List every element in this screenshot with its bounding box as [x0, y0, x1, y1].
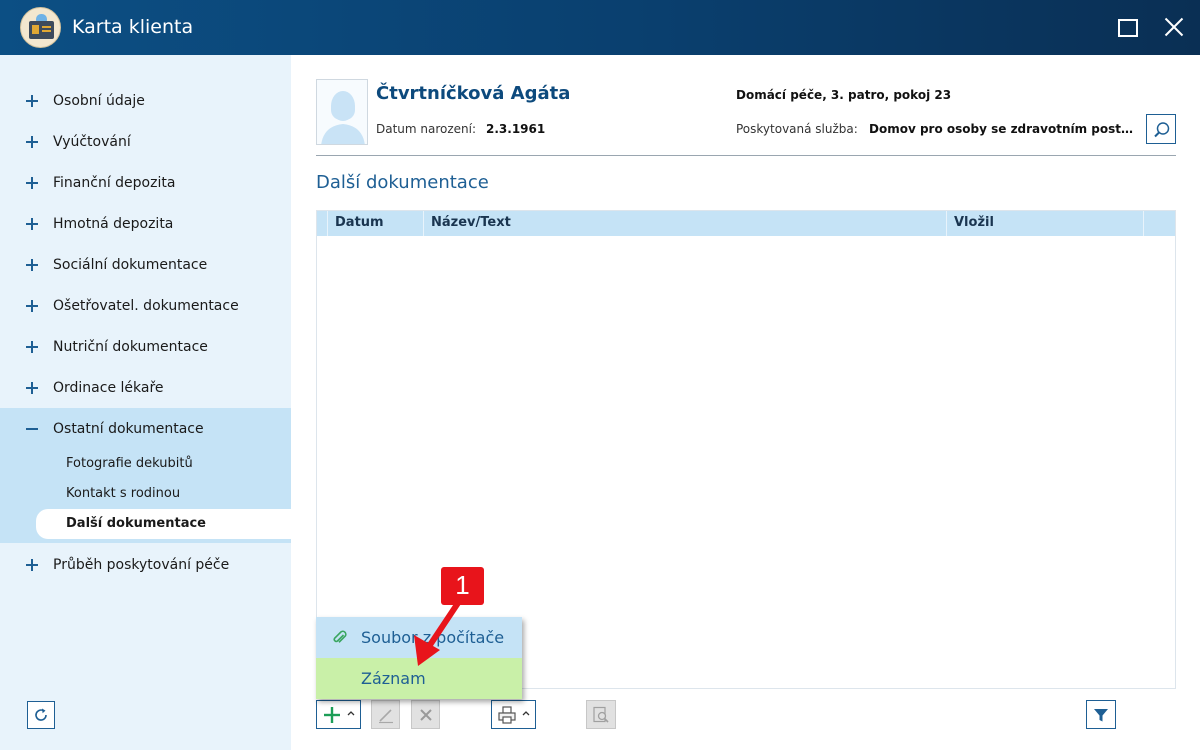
- service-label: Poskytovaná služba:: [736, 122, 858, 136]
- chevron-up-icon: [522, 711, 530, 716]
- menu-item-label: Soubor z počítače: [361, 628, 505, 647]
- search-button[interactable]: [1146, 114, 1176, 144]
- delete-icon: [420, 709, 432, 721]
- sidebar-item-osetrovatel-dokumentace[interactable]: Ošetřovatel. dokumentace: [0, 286, 291, 327]
- document-preview-icon: [593, 706, 609, 723]
- plus-icon: [26, 136, 38, 148]
- sidebar-item-financni-depozita[interactable]: Finanční depozita: [0, 163, 291, 204]
- window-title: Karta klienta: [72, 16, 194, 38]
- menu-item-file-from-computer[interactable]: Soubor z počítače: [316, 617, 522, 658]
- sidebar-subitem-dalsi-dokumentace[interactable]: Další dokumentace: [36, 509, 291, 539]
- chevron-up-icon: [347, 711, 355, 716]
- sidebar-item-nutricni-dokumentace[interactable]: Nutriční dokumentace: [0, 327, 291, 368]
- sidebar-item-vyuctovani[interactable]: Vyúčtování: [0, 122, 291, 163]
- annotation-badge: 1: [441, 567, 484, 605]
- sidebar: Osobní údaje Vyúčtování Finanční depozit…: [0, 55, 291, 750]
- filter-icon: [1094, 709, 1108, 722]
- refresh-button[interactable]: [27, 701, 55, 729]
- plus-icon: [26, 341, 38, 353]
- plus-icon: [26, 559, 38, 571]
- search-icon: [1154, 122, 1170, 138]
- sidebar-item-socialni-dokumentace[interactable]: Sociální dokumentace: [0, 245, 291, 286]
- sidebar-item-prubeh-poskytovani-pece[interactable]: Průběh poskytování péče: [0, 545, 291, 586]
- sidebar-item-label: Ordinace lékaře: [53, 380, 164, 396]
- filter-button[interactable]: [1086, 700, 1116, 729]
- sidebar-subitem-kontakt-s-rodinou[interactable]: Kontakt s rodinou: [36, 479, 291, 509]
- column-header-vlozil[interactable]: Vložil: [954, 215, 994, 230]
- delete-button[interactable]: [411, 700, 440, 729]
- client-name: Čtvrtníčková Agáta: [376, 83, 571, 104]
- service-value: Domov pro osoby se zdravotním postižením: [869, 122, 1137, 136]
- table-header: Datum Název/Text Vložil: [317, 211, 1175, 236]
- sidebar-item-label: Nutriční dokumentace: [53, 339, 208, 355]
- preview-button[interactable]: [586, 700, 616, 729]
- client-card-icon: [20, 7, 61, 48]
- menu-item-label: Záznam: [361, 669, 426, 688]
- menu-item-record[interactable]: Záznam: [316, 658, 522, 699]
- sidebar-item-label: Ostatní dokumentace: [53, 421, 204, 437]
- refresh-icon: [35, 708, 47, 721]
- plus-icon: [26, 218, 38, 230]
- plus-icon: [26, 177, 38, 189]
- section-title: Další dokumentace: [316, 172, 489, 193]
- column-header-datum[interactable]: Datum: [335, 215, 384, 230]
- plus-icon: [26, 259, 38, 271]
- paperclip-icon: [333, 630, 347, 643]
- close-button[interactable]: [1161, 14, 1187, 40]
- plus-icon: [26, 95, 38, 107]
- edit-button[interactable]: [371, 700, 400, 729]
- dob-label: Datum narození:: [376, 122, 477, 136]
- avatar: [316, 79, 368, 145]
- sidebar-item-label: Finanční depozita: [53, 175, 176, 191]
- sidebar-subitem-label: Kontakt s rodinou: [66, 486, 181, 501]
- minus-icon: [26, 423, 38, 435]
- maximize-button[interactable]: [1113, 14, 1139, 40]
- sidebar-subitem-label: Další dokumentace: [66, 516, 207, 531]
- annotation-number: 1: [455, 570, 470, 600]
- sidebar-subitem-fotografie-dekubitu[interactable]: Fotografie dekubitů: [36, 449, 291, 479]
- sidebar-item-label: Sociální dokumentace: [53, 257, 208, 273]
- client-location: Domácí péče, 3. patro, pokoj 23: [736, 88, 952, 102]
- sidebar-item-label: Hmotná depozita: [53, 216, 174, 232]
- column-header-nazev-text[interactable]: Název/Text: [431, 215, 511, 230]
- sidebar-subitem-label: Fotografie dekubitů: [66, 456, 193, 471]
- sidebar-item-ordinace-lekare[interactable]: Ordinace lékaře: [0, 368, 291, 409]
- add-dropdown-menu: Soubor z počítače Záznam: [316, 617, 522, 699]
- pencil-icon: [379, 709, 393, 724]
- sidebar-item-ostatni-dokumentace[interactable]: Ostatní dokumentace: [0, 409, 291, 450]
- header-divider: [316, 155, 1176, 156]
- printer-icon: [498, 706, 516, 724]
- sidebar-item-label: Vyúčtování: [53, 134, 131, 150]
- sidebar-item-label: Osobní údaje: [53, 93, 145, 109]
- plus-icon: [26, 382, 38, 394]
- sidebar-item-osobni-udaje[interactable]: Osobní údaje: [0, 81, 291, 122]
- sidebar-item-label: Průběh poskytování péče: [53, 557, 230, 573]
- add-menu-button[interactable]: [316, 700, 361, 729]
- print-menu-button[interactable]: [491, 700, 536, 729]
- plus-icon: [26, 300, 38, 312]
- title-bar: Karta klienta: [0, 0, 1200, 55]
- plus-icon: [324, 707, 340, 723]
- sidebar-item-label: Ošetřovatel. dokumentace: [53, 298, 239, 314]
- dob-value: 2.3.1961: [486, 122, 546, 136]
- sidebar-item-hmotna-depozita[interactable]: Hmotná depozita: [0, 204, 291, 245]
